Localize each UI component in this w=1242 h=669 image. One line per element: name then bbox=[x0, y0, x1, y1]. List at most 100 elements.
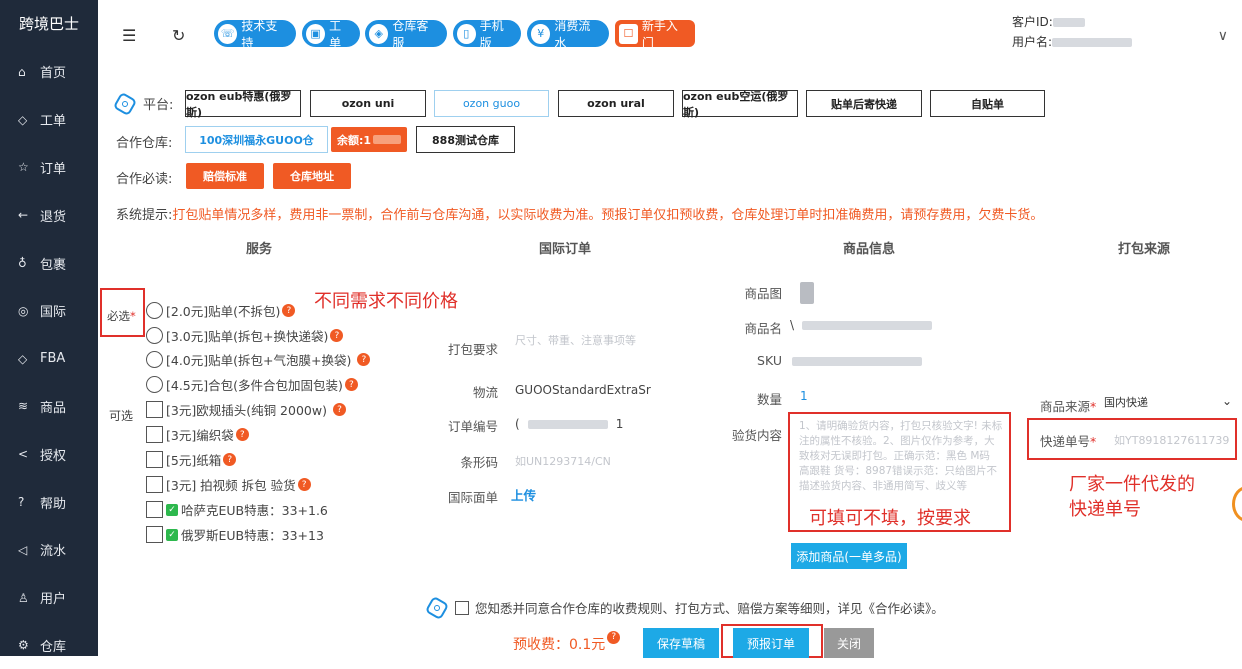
sidebar-item[interactable]: ⚙ 仓库 bbox=[0, 622, 98, 669]
help-icon[interactable]: ? bbox=[297, 478, 311, 491]
sidebar-item[interactable]: ◁ 流水 bbox=[0, 526, 98, 574]
platform-option[interactable]: ozon eub空运(俄罗斯) bbox=[682, 90, 798, 119]
platform-option[interactable]: ozon eub特惠(俄罗斯) bbox=[185, 90, 301, 119]
sidebar-item[interactable]: ◇ 工单 bbox=[0, 96, 98, 144]
service-option[interactable]: [3.0元]贴单(拆包+换快递袋)? bbox=[146, 326, 344, 345]
radio[interactable] bbox=[146, 302, 163, 319]
checkbox[interactable] bbox=[146, 451, 163, 468]
help-icon[interactable]: ? bbox=[332, 403, 346, 416]
help-icon[interactable]: ? bbox=[330, 329, 344, 342]
chevron-down-icon[interactable]: ∨ bbox=[1218, 28, 1228, 44]
sidebar-item[interactable]: ♁ 包裹 bbox=[0, 239, 98, 287]
sidebar-item[interactable]: ? 帮助 bbox=[0, 478, 98, 526]
system-tip: 系统提示:打包贴单情况多样，费用非一票制，合作前与仓库沟通，以实际收费为准。预报… bbox=[116, 208, 1044, 223]
checkbox[interactable] bbox=[146, 526, 163, 543]
help-icon[interactable]: ? bbox=[344, 378, 358, 391]
qty-value[interactable]: 1 bbox=[800, 389, 808, 403]
barcode-input[interactable]: 如UN1293714/CN bbox=[515, 453, 611, 469]
service-option[interactable]: [2.0元]贴单(不拆包)? bbox=[146, 301, 296, 320]
price-annotation: 不同需求不同价格 bbox=[314, 291, 458, 312]
sidebar-item[interactable]: ☆ 订单 bbox=[0, 144, 98, 192]
tracking-input[interactable]: 如YT8918127611739 bbox=[1114, 432, 1229, 448]
service-option[interactable]: ✓ 哈萨克EUB特惠：33+1.6 bbox=[146, 500, 328, 519]
radio[interactable] bbox=[146, 376, 163, 393]
sidebar-item[interactable]: ◇ FBA bbox=[0, 335, 98, 383]
agree-text: 您知悉并同意合作仓库的收费规则、打包方式、赔偿方案等细则，详见《合作必读》。 bbox=[475, 601, 944, 616]
radio[interactable] bbox=[146, 351, 163, 368]
close-button[interactable]: 关闭 bbox=[824, 628, 874, 658]
source-select[interactable]: 国内快递 ⌄ bbox=[1104, 394, 1238, 412]
checkbox[interactable] bbox=[146, 476, 163, 493]
service-option[interactable]: ✓ 俄罗斯EUB特惠：33+13 bbox=[146, 525, 324, 544]
sidebar-item[interactable]: ≋ 商品 bbox=[0, 383, 98, 431]
checkbox[interactable] bbox=[146, 401, 163, 418]
warehouse-address-button[interactable]: 仓库地址 bbox=[273, 163, 351, 189]
sidebar-item[interactable]: ⌂ 首页 bbox=[0, 48, 98, 96]
radio[interactable] bbox=[146, 327, 163, 344]
sidebar-item[interactable]: < 授权 bbox=[0, 430, 98, 478]
help-icon[interactable]: ? bbox=[282, 304, 296, 317]
compensation-button[interactable]: 赔偿标准 bbox=[186, 163, 264, 189]
checkbox[interactable] bbox=[146, 426, 163, 443]
service-option[interactable]: [3元] 拍视频 拆包 验货? bbox=[146, 475, 311, 494]
sidebar-item-label: 包裹 bbox=[40, 257, 67, 273]
help-icon[interactable]: ? bbox=[607, 630, 621, 644]
product-name-value[interactable]: \ bbox=[790, 318, 933, 332]
sidebar-item[interactable]: ← 退货 bbox=[0, 191, 98, 239]
gear-icon: ⚙ bbox=[18, 638, 29, 653]
beginner-button[interactable]: ☐ 新手入门 bbox=[615, 19, 695, 50]
menu-fold-icon[interactable]: ☰ bbox=[122, 26, 136, 45]
upload-link[interactable]: 上传 bbox=[511, 485, 536, 504]
platform-option[interactable]: ozon uni bbox=[310, 90, 426, 117]
brand-logo: 跨境巴士 bbox=[18, 15, 79, 33]
send-icon: ◁ bbox=[18, 542, 28, 557]
inspect-annotation: 可填可不填，按要求 bbox=[809, 508, 971, 529]
diamond-icon: ◇ bbox=[18, 112, 28, 127]
floating-widget[interactable] bbox=[1232, 486, 1242, 522]
required-label: 必选* bbox=[107, 309, 136, 323]
service-icon: ◈ bbox=[369, 23, 389, 44]
save-draft-button[interactable]: 保存草稿 bbox=[643, 628, 719, 658]
sku-value[interactable] bbox=[792, 354, 922, 368]
service-option[interactable]: [4.0元]贴单(拆包+气泡膜+换袋)? bbox=[146, 350, 371, 369]
pack-req-textarea[interactable]: 尺寸、带重、注意事项等 bbox=[515, 334, 637, 370]
warehouse-option[interactable]: 888测试仓库 bbox=[416, 126, 515, 153]
prefee-text: 预收费：0.1元? bbox=[513, 630, 621, 654]
help-icon[interactable]: ? bbox=[235, 428, 249, 441]
platform-option[interactable]: 自贴单 bbox=[930, 90, 1045, 117]
logistics-value[interactable]: GUOOStandardExtraSr bbox=[515, 383, 651, 397]
sidebar-item[interactable]: ◎ 国际 bbox=[0, 287, 98, 335]
support-button[interactable]: ☏ 技术支持 bbox=[214, 19, 296, 50]
service-option[interactable]: [4.5元]合包(多件合包加固包装)? bbox=[146, 375, 358, 394]
service-option[interactable]: [5元]纸箱? bbox=[146, 450, 237, 469]
submit-order-button[interactable]: 预报订单 bbox=[733, 628, 809, 658]
agree-checkbox[interactable] bbox=[455, 600, 469, 615]
refresh-icon[interactable]: ↻ bbox=[172, 26, 185, 45]
inspect-textarea[interactable]: 1、请明确验货内容，打包只核验文字! 未标注的属性不核验。2、图片仅作为参考，大… bbox=[799, 419, 1003, 495]
ticket-button[interactable]: ▣ 工单 bbox=[302, 19, 360, 50]
sidebar-item[interactable]: ♙ 用户 bbox=[0, 574, 98, 622]
checkbox[interactable] bbox=[146, 501, 163, 518]
mobile-button[interactable]: ▯ 手机版 bbox=[453, 19, 521, 50]
platform-option[interactable]: ozon ural bbox=[558, 90, 674, 117]
inspect-label: 验货内容 bbox=[731, 428, 782, 443]
warehouse-service-button[interactable]: ◈ 仓库客服 bbox=[365, 19, 447, 50]
consumption-button[interactable]: ¥ 消费流水 bbox=[527, 19, 609, 50]
service-option[interactable]: [3元]欧规插头(纯铜 2000w)? bbox=[146, 400, 346, 419]
help-icon[interactable]: ? bbox=[357, 353, 371, 366]
platform-option[interactable]: 贴单后寄快递 bbox=[806, 90, 922, 117]
warehouse-option-selected[interactable]: 100深圳福永GUOO仓 bbox=[185, 126, 328, 153]
platform-option-selected[interactable]: ozon guoo bbox=[434, 90, 549, 117]
col-header-pack-source: 打包来源 bbox=[1118, 242, 1171, 257]
add-product-button[interactable]: 添加商品(一单多品) bbox=[791, 543, 907, 569]
product-thumbnail[interactable] bbox=[800, 282, 814, 304]
tracking-annotation: 厂家一件代发的 快递单号 bbox=[1069, 474, 1195, 520]
chevron-down-icon: ⌄ bbox=[1221, 394, 1232, 408]
eye-icon: ◎ bbox=[18, 303, 29, 318]
mobile-icon: ▯ bbox=[457, 23, 476, 44]
sidebar-item-label: 商品 bbox=[40, 400, 67, 416]
service-option[interactable]: [3元]编织袋? bbox=[146, 425, 249, 444]
order-no-input[interactable]: (1 bbox=[515, 417, 623, 431]
help-icon[interactable]: ? bbox=[223, 453, 237, 466]
sidebar-item-label: 退货 bbox=[40, 209, 67, 225]
